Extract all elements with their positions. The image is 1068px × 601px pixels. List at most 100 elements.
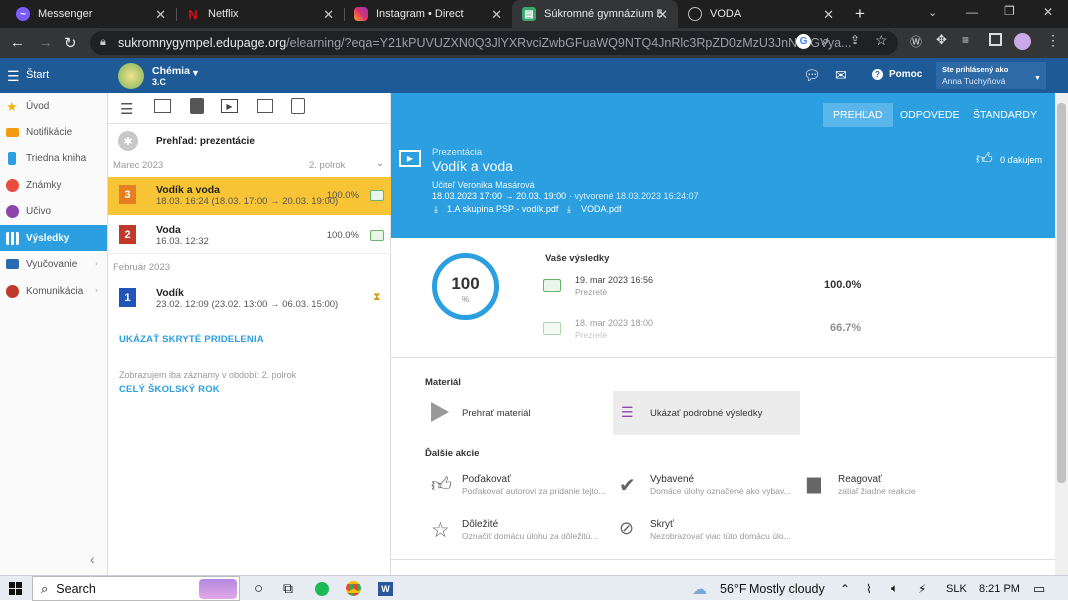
chat-bubbles-icon[interactable]: 💬︎ — [803, 67, 821, 84]
sidebar-item-komunikacia[interactable]: Komunikácia › — [0, 278, 107, 304]
react-action[interactable]: ▆ Reagovať zatiaľ žiadne reakcie — [801, 471, 981, 511]
volume-icon[interactable]: 🔈︎ — [891, 576, 898, 601]
help-link[interactable]: Pomoc — [889, 69, 922, 80]
file-link[interactable]: 1.A skupina PSP - vodík.pdf — [447, 204, 558, 214]
user-switcher[interactable]: Ste prihlásený ako Anna Tuchyňová ▼ — [936, 62, 1046, 89]
zoom-icon[interactable]: ⌕ — [822, 33, 829, 49]
spotify-icon[interactable] — [315, 576, 329, 601]
forward-icon[interactable]: → — [38, 34, 53, 51]
close-icon[interactable]: ✕ — [491, 7, 502, 23]
whole-year-link[interactable]: CELÝ ŠKOLSKÝ ROK — [119, 384, 220, 395]
more-actions-title: Ďalšie akcie — [425, 448, 480, 459]
close-icon[interactable]: ✕ — [657, 7, 668, 23]
tab-voda[interactable]: VODA ✕ — [678, 0, 844, 28]
important-action[interactable]: ☆ Dôležité Označiť domácu úlohu za dôlež… — [425, 516, 605, 556]
window-close-icon[interactable]: ✕ — [1043, 5, 1053, 19]
presentation-icon[interactable]: ▶ — [221, 99, 238, 113]
chevron-down-icon[interactable]: ⌄ — [928, 6, 937, 19]
thumbs-up-icon: 👍︎ — [431, 474, 452, 496]
book-open-icon[interactable] — [291, 98, 305, 114]
new-tab-icon[interactable]: + — [855, 4, 865, 24]
sidebar-item-vyucovanie[interactable]: Vyučovanie › — [0, 251, 107, 277]
test-icon[interactable] — [257, 99, 273, 113]
checklist-icon: ☰ — [621, 404, 634, 420]
weather-icon[interactable]: ☁ — [692, 576, 707, 601]
mail-icon[interactable]: ✉ — [835, 67, 847, 84]
result-percent: 66.7% — [830, 322, 862, 334]
share-icon[interactable]: ⇪ — [850, 33, 860, 47]
play-material-button[interactable]: Prehrať materiál — [425, 391, 605, 435]
thank-action[interactable]: 👍︎ Poďakovať Poďakovať autorovi za prida… — [425, 471, 606, 511]
detail-label: Ukázať podrobné výsledky — [650, 408, 763, 419]
sidebar-item-vysledky[interactable]: Výsledky — [0, 225, 107, 251]
tab-prehlad[interactable]: PREHĽAD — [823, 103, 893, 127]
result-row[interactable]: 19. mar 2023 16:56 Prezreté 100.0% — [541, 269, 871, 309]
tab-instagram[interactable]: Instagram • Direct ✕ — [344, 0, 512, 28]
extensions-icon[interactable]: ✥ — [936, 32, 947, 48]
notifications-icon[interactable]: ▭ — [1033, 576, 1045, 601]
address-bar[interactable]: 🔒︎ sukromnygympel.edupage.org/elearning/… — [90, 31, 898, 55]
collapse-sidebar-icon[interactable]: ‹ — [90, 551, 95, 567]
homework-icon[interactable] — [190, 98, 204, 114]
close-icon[interactable]: ✕ — [323, 7, 334, 23]
media-icon[interactable]: ≡ — [962, 33, 969, 47]
sidepanel-icon[interactable] — [989, 33, 1002, 46]
list-item[interactable]: 1 Vodík 23.02. 12:09 (23.02. 13:00 → 06.… — [108, 279, 391, 317]
cortana-icon[interactable]: ○ — [254, 576, 263, 601]
hamburger-icon[interactable]: ☰ — [7, 68, 20, 85]
tab-messenger[interactable]: ~ Messenger ✕ — [6, 0, 176, 28]
help-icon[interactable]: ? — [872, 69, 883, 80]
chrome-icon[interactable] — [346, 576, 361, 601]
term-select[interactable]: 2. polrok — [309, 160, 345, 171]
sidebar-item-znamky[interactable]: Známky — [0, 172, 107, 198]
file-link[interactable]: VODA.pdf — [581, 204, 622, 214]
reload-icon[interactable]: ↻ — [64, 34, 77, 52]
close-icon[interactable]: ✕ — [155, 7, 166, 23]
task-view-icon[interactable]: ⧉ — [283, 576, 293, 601]
tab-standardy[interactable]: ŠTANDARDY — [963, 103, 1047, 127]
battery-icon[interactable]: ⚡︎ — [918, 576, 926, 601]
close-icon[interactable]: ✕ — [823, 7, 834, 23]
tab-title: VODA — [710, 8, 742, 20]
tab-netflix[interactable]: N Netflix ✕ — [176, 0, 344, 28]
detail-results-button[interactable]: ☰ Ukázať podrobné výsledky — [613, 391, 800, 435]
extension-w-icon[interactable]: Ⓦ — [910, 33, 922, 50]
item-number: 2 — [119, 225, 136, 244]
windows-start-icon[interactable] — [9, 576, 22, 601]
list-view-icon[interactable]: ☰ — [120, 100, 133, 118]
bookmark-icon[interactable]: ☆ — [875, 32, 888, 49]
result-row[interactable]: 18. mar 2023 18:00 Prezreté 66.7% — [541, 312, 871, 352]
word-icon[interactable]: W — [378, 576, 393, 601]
tray-chevron-icon[interactable]: ⌃ — [840, 576, 850, 601]
kebab-menu-icon[interactable]: ⋮ — [1046, 32, 1060, 49]
tab-odpovede[interactable]: ODPOVEDE — [890, 103, 970, 127]
sidebar-item-ucivo[interactable]: Učivo — [0, 198, 107, 224]
sidebar-item-notifikacie[interactable]: Notifikácie — [0, 119, 107, 145]
hide-action[interactable]: ⊘ Skryť Nezobrazovať viac túto domácu úl… — [613, 516, 793, 556]
google-icon[interactable]: G — [796, 34, 811, 49]
done-action[interactable]: ✔ Vybavené Domáce úlohy označené ako vyb… — [613, 471, 793, 511]
scrollbar[interactable] — [1055, 93, 1068, 575]
chevron-down-icon[interactable]: ⌄ — [376, 158, 384, 169]
tab-edupage[interactable]: ▤ Súkromné gymnázium Ba ✕ — [512, 0, 678, 28]
sidebar-item-triedna-kniha[interactable]: Triedna kniha — [0, 145, 107, 171]
board-icon[interactable] — [154, 99, 171, 113]
start-link[interactable]: Štart — [26, 69, 49, 81]
minimize-icon[interactable]: — — [966, 5, 978, 19]
back-icon[interactable]: ← — [10, 34, 25, 51]
class-title[interactable]: Chémia — [152, 65, 190, 77]
list-item[interactable]: 2 Voda 16.03. 12:32 100.0% — [108, 215, 391, 253]
language-indicator[interactable]: SLK — [946, 576, 967, 601]
clock[interactable]: 8:21 PM — [979, 576, 1020, 601]
list-item[interactable]: 3 Vodík a voda 18.03. 16:24 (18.03. 17:0… — [108, 177, 391, 215]
sidebar-item-uvod[interactable]: ★ Úvod — [0, 93, 107, 119]
taskbar-search[interactable]: ⌕ Search — [32, 576, 240, 601]
thumbs-up-icon[interactable]: 👍︎ — [976, 150, 993, 169]
lock-icon: 🔒︎ — [100, 36, 106, 48]
profile-avatar[interactable] — [1014, 33, 1031, 50]
wifi-icon[interactable]: ⌇ — [866, 576, 872, 601]
chevron-down-icon[interactable]: ▼ — [191, 68, 200, 78]
scrollbar-thumb[interactable] — [1057, 103, 1066, 483]
restore-icon[interactable]: ❐ — [1004, 4, 1015, 18]
show-hidden-link[interactable]: UKÁZAŤ SKRYTÉ PRIDELENIA — [119, 334, 264, 345]
